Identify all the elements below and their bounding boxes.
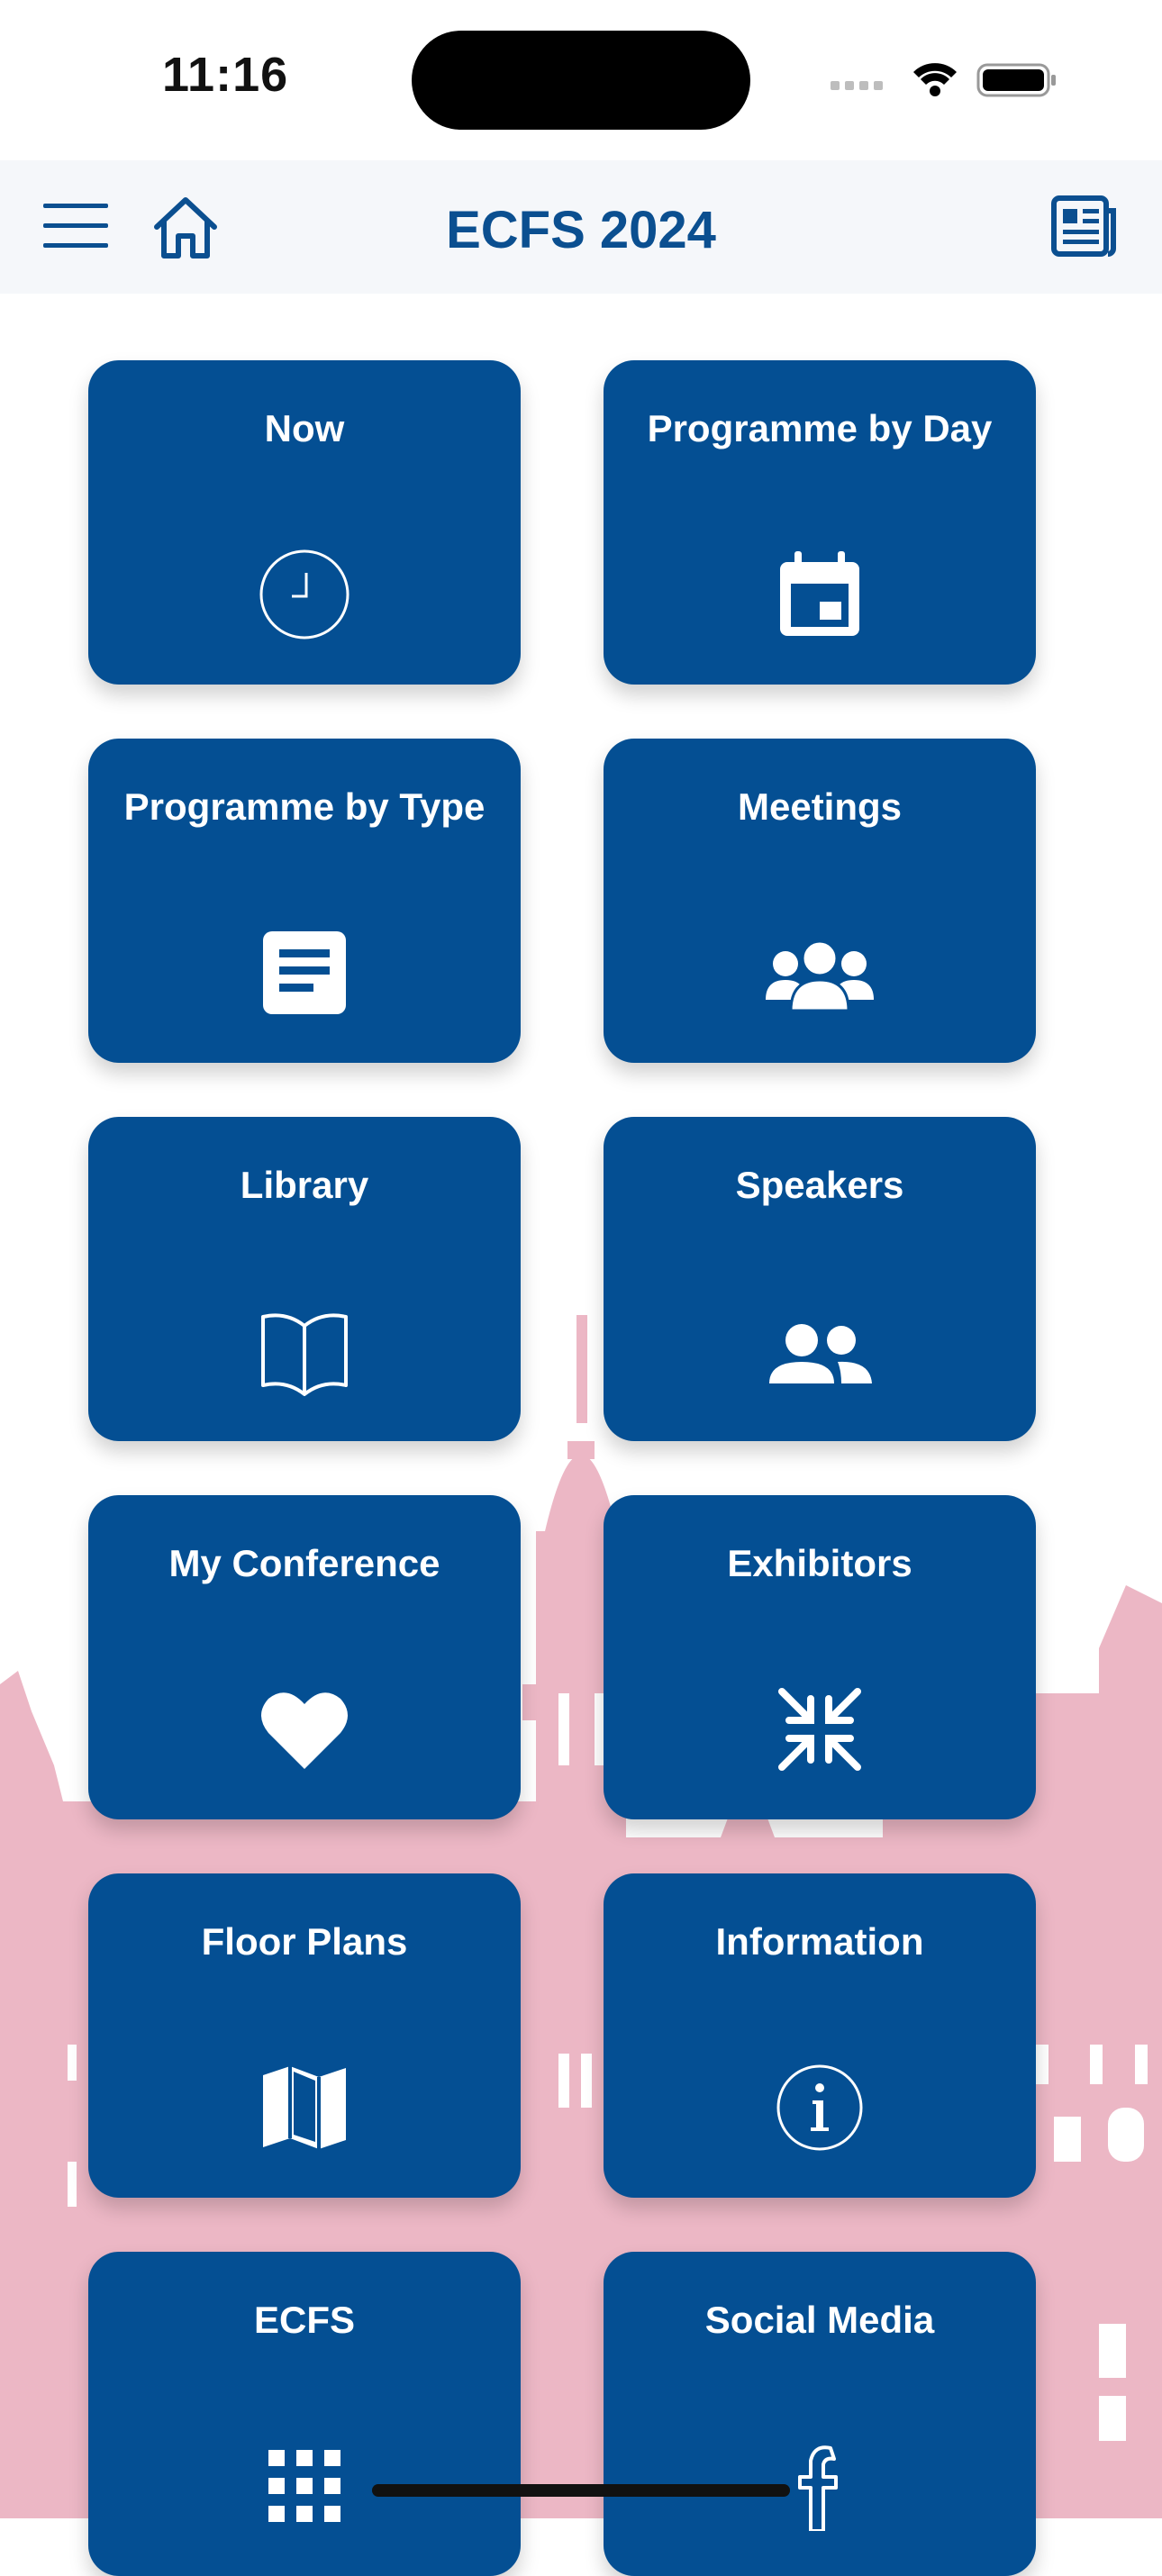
tile-label: Floor Plans <box>201 1920 408 1963</box>
tile-programme-by-day[interactable]: Programme by Day <box>604 360 1036 685</box>
tile-my-conference[interactable]: My Conference <box>88 1495 521 1819</box>
tile-label: Programme by Type <box>123 785 486 828</box>
book-icon <box>261 1313 348 1396</box>
home-indicator[interactable] <box>372 2484 790 2497</box>
tile-programme-by-type[interactable]: Programme by Type <box>88 739 521 1063</box>
tile-social-media[interactable]: Social Media <box>604 2252 1036 2576</box>
info-icon <box>776 2064 863 2151</box>
tile-label: ECFS <box>253 2299 355 2341</box>
document-icon <box>263 931 346 1014</box>
people-icon <box>769 1324 872 1383</box>
tile-label: Social Media <box>704 2299 935 2341</box>
tile-speakers[interactable]: Speakers <box>604 1117 1036 1441</box>
tile-label: Information <box>715 1920 924 1963</box>
clock-icon <box>259 549 350 639</box>
group-icon <box>766 939 874 1012</box>
calendar-icon <box>780 551 859 636</box>
tile-exhibitors[interactable]: Exhibitors <box>604 1495 1036 1819</box>
tile-label: Library <box>240 1164 369 1206</box>
tile-label: Now <box>264 407 345 449</box>
tile-ecfs[interactable]: ECFS <box>88 2252 521 2576</box>
tile-library[interactable]: Library <box>88 1117 521 1441</box>
tile-label: Speakers <box>735 1164 904 1206</box>
tile-label: Meetings <box>737 785 903 828</box>
tile-label: Programme by Day <box>647 407 993 449</box>
tile-meetings[interactable]: Meetings <box>604 739 1036 1063</box>
tile-now[interactable]: Now <box>88 360 521 685</box>
tile-label: Exhibitors <box>727 1542 912 1584</box>
menu-grid: Now Programme by Day Programme by Type M… <box>0 0 1162 2576</box>
map-icon <box>263 2066 346 2149</box>
tile-information[interactable]: Information <box>604 1873 1036 2198</box>
tile-label: My Conference <box>168 1542 440 1584</box>
compress-icon <box>778 1688 861 1771</box>
dots-grid-icon <box>268 2450 340 2522</box>
tile-floor-plans[interactable]: Floor Plans <box>88 1873 521 2198</box>
heart-icon <box>261 1692 348 1769</box>
